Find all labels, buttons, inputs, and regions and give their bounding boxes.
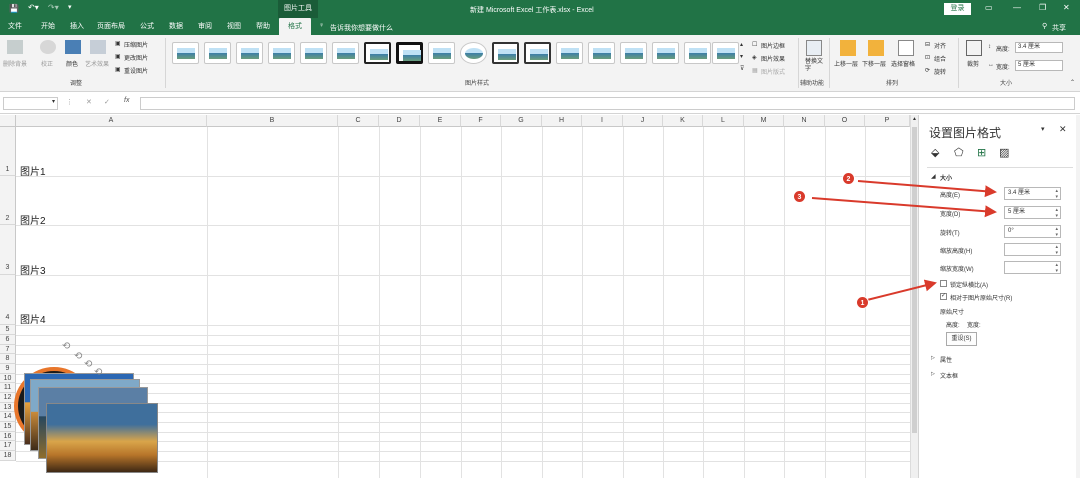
arrow-2 [857, 180, 997, 198]
badge-3: 3 [793, 190, 806, 203]
arrow-1 [866, 279, 937, 301]
badge-1: 1 [856, 296, 869, 309]
arrow-3 [811, 197, 997, 218]
annotation-arrows [811, 180, 997, 301]
badge-2: 2 [842, 172, 855, 185]
